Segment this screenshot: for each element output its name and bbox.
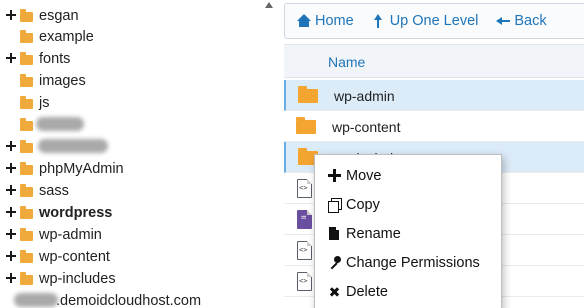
folder-icon xyxy=(20,272,33,285)
table-row[interactable]: wp-content xyxy=(284,111,584,142)
code-file-icon xyxy=(297,272,312,291)
tree-item-example[interactable]: example xyxy=(20,26,94,48)
folder-icon xyxy=(20,228,33,241)
expand-icon[interactable] xyxy=(6,163,16,173)
close-icon: ✖ xyxy=(328,283,341,300)
code-file-icon xyxy=(297,241,312,260)
arrow-left-icon xyxy=(496,14,511,28)
menu-item-rename[interactable]: Rename xyxy=(315,219,501,248)
menu-item-label: Copy xyxy=(346,196,380,213)
code-file-icon xyxy=(297,179,312,198)
level-up-icon xyxy=(372,14,386,28)
name-column-header[interactable]: Name xyxy=(328,54,365,70)
tree-item-label: phpMyAdmin xyxy=(39,161,124,177)
redaction-blur xyxy=(38,139,108,153)
column-header: Name xyxy=(284,44,584,78)
back-label: Back xyxy=(514,13,547,29)
tree-item-label: wordpress xyxy=(39,205,113,221)
menu-item-change-permissions[interactable]: Change Permissions xyxy=(315,248,501,277)
text-file-icon xyxy=(297,210,312,229)
tree-item-label: example xyxy=(39,29,94,45)
folder-icon xyxy=(20,184,33,197)
folder-icon xyxy=(296,117,316,134)
folder-icon xyxy=(20,118,33,131)
tree-item-wordpress[interactable]: wordpress xyxy=(6,202,113,224)
tree-item-label: wp-includes xyxy=(39,271,116,287)
tree-scrollbar[interactable] xyxy=(262,0,274,308)
menu-item-label: Rename xyxy=(346,225,401,242)
move-icon xyxy=(328,168,341,183)
tree-item-label: fonts xyxy=(39,51,71,67)
copy-icon xyxy=(328,197,342,213)
tree-item-redacted-2[interactable] xyxy=(6,136,39,158)
redaction-blur xyxy=(14,293,58,307)
file-name: wp-admin xyxy=(334,88,395,104)
expand-icon[interactable] xyxy=(6,141,16,151)
tree-item-fonts[interactable]: fonts xyxy=(6,48,71,70)
expand-icon[interactable] xyxy=(6,207,16,217)
folder-icon xyxy=(20,162,33,175)
tree-item-label: wp-admin xyxy=(39,227,102,243)
expand-icon[interactable] xyxy=(6,53,16,63)
menu-item-delete[interactable]: ✖ Delete xyxy=(315,277,501,306)
folder-icon xyxy=(20,250,33,263)
tree-item-phpmyadmin[interactable]: phpMyAdmin xyxy=(6,158,124,180)
rename-icon xyxy=(328,226,341,241)
context-menu: Move Copy Rename Change Permissions ✖ De… xyxy=(314,154,502,308)
key-icon xyxy=(328,255,341,270)
tree-item-label: js xyxy=(39,95,50,111)
tree-item-wp-includes[interactable]: wp-includes xyxy=(6,268,116,290)
folder-icon xyxy=(20,74,33,87)
folder-icon xyxy=(20,30,33,43)
menu-item-label: Delete xyxy=(346,283,388,300)
tree-item-domain[interactable]: .demoidcloudhost.com xyxy=(56,290,201,308)
redaction-blur xyxy=(36,117,84,131)
folder-icon xyxy=(20,96,33,109)
table-row[interactable]: wp-admin xyxy=(284,80,584,111)
file-name: wp-content xyxy=(332,119,401,135)
expand-icon[interactable] xyxy=(6,251,16,261)
folder-icon xyxy=(20,52,33,65)
tree-item-label: images xyxy=(39,73,86,89)
tree-item-images[interactable]: images xyxy=(20,70,86,92)
tree-item-wp-admin[interactable]: wp-admin xyxy=(6,224,102,246)
expand-icon[interactable] xyxy=(6,10,16,20)
folder-tree: esgan example fonts images js phpMyAdmin… xyxy=(0,0,270,308)
folder-icon xyxy=(20,9,33,22)
expand-icon[interactable] xyxy=(6,185,16,195)
home-icon xyxy=(297,14,311,28)
expand-icon[interactable] xyxy=(6,273,16,283)
expand-icon[interactable] xyxy=(6,229,16,239)
tree-item-esgan[interactable]: esgan xyxy=(6,5,79,27)
folder-icon xyxy=(20,206,33,219)
tree-item-js[interactable]: js xyxy=(20,92,49,114)
tree-item-label: .demoidcloudhost.com xyxy=(56,293,202,308)
tree-item-label: esgan xyxy=(39,8,79,24)
up-one-level-label: Up One Level xyxy=(389,13,479,29)
menu-item-move[interactable]: Move xyxy=(315,161,501,190)
menu-item-label: Move xyxy=(346,167,382,184)
tree-item-label: sass xyxy=(39,183,69,199)
scroll-up-icon[interactable] xyxy=(265,2,273,8)
tree-item-label: wp-content xyxy=(39,249,110,265)
up-one-level-button[interactable]: Up One Level xyxy=(372,13,479,29)
tree-item-sass[interactable]: sass xyxy=(6,180,69,202)
folder-icon xyxy=(298,86,318,103)
menu-item-copy[interactable]: Copy xyxy=(315,190,501,219)
back-button[interactable]: Back xyxy=(496,13,547,29)
tree-item-wp-content[interactable]: wp-content xyxy=(6,246,110,268)
home-label: Home xyxy=(315,13,354,29)
toolbar: Home Up One Level Back xyxy=(284,3,584,39)
folder-icon xyxy=(20,140,33,153)
home-button[interactable]: Home xyxy=(297,13,354,29)
menu-item-label: Change Permissions xyxy=(346,254,480,271)
